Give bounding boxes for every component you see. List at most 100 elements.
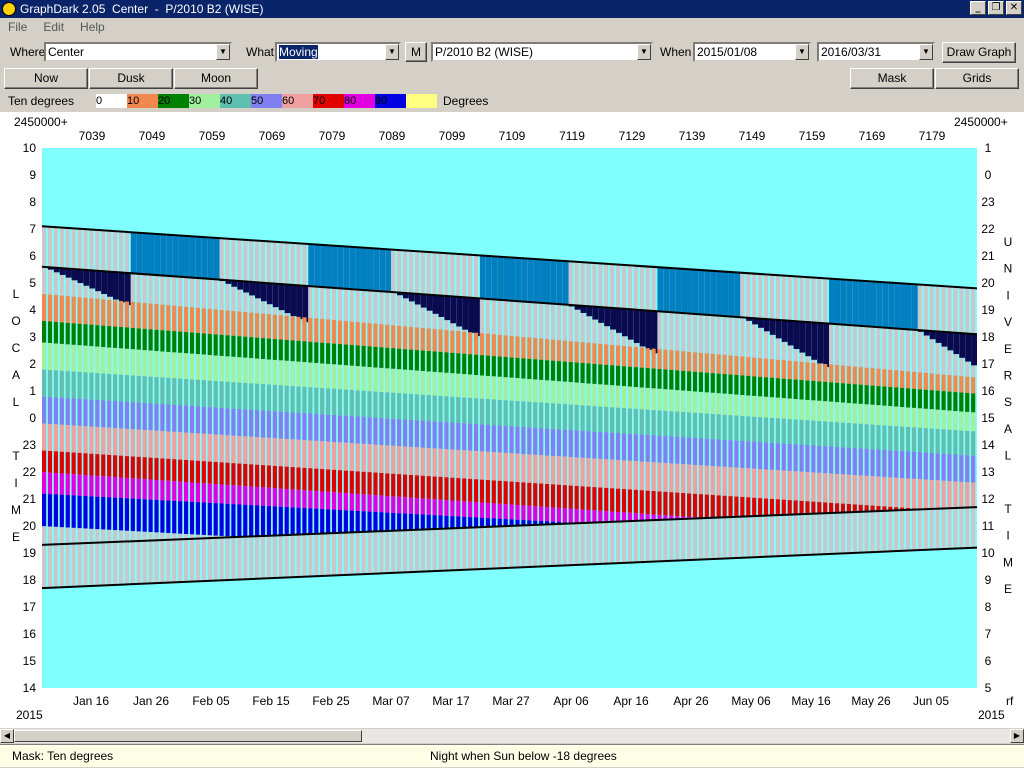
where-select[interactable]: Center ▼	[44, 42, 232, 62]
moon-button[interactable]: Moon	[174, 68, 258, 89]
dusk-button[interactable]: Dusk	[89, 68, 173, 89]
minimize-button[interactable]: _	[970, 1, 986, 15]
darkness-graph[interactable]: 2450000+ 2450000+7039 7049 7059 7069 7079 7089…	[0, 112, 1024, 728]
altitude-band-bar	[438, 421, 443, 449]
local-time-axis-letter: T	[12, 449, 20, 463]
altitude-band-bar	[142, 402, 147, 430]
altitude-band-bar	[941, 453, 946, 481]
altitude-band-bar	[361, 443, 366, 472]
altitude-band-bar	[941, 410, 946, 430]
altitude-band-bar	[391, 496, 396, 513]
altitude-band-bar	[592, 431, 597, 459]
close-button[interactable]: ✕	[1006, 1, 1022, 15]
altitude-band-bar	[580, 509, 585, 524]
altitude-band-bar	[337, 509, 343, 533]
altitude-band-bar	[657, 369, 662, 389]
chevron-down-icon[interactable]: ▼	[795, 44, 809, 60]
altitude-band-bar	[266, 338, 272, 360]
menu-help[interactable]: Help	[72, 20, 113, 34]
altitude-band-bar	[231, 382, 236, 409]
altitude-band-bar	[172, 352, 177, 379]
start-date-select[interactable]: 2015/01/08 ▼	[693, 42, 811, 62]
mask-button[interactable]: Mask	[850, 68, 934, 89]
now-button[interactable]: Now	[4, 68, 88, 89]
altitude-band-bar	[385, 512, 390, 531]
object-select[interactable]: P/2010 B2 (WISE) ▼	[431, 42, 653, 62]
altitude-band-bar	[331, 320, 337, 344]
altitude-band-bar	[47, 396, 53, 424]
altitude-band-bar	[349, 321, 354, 346]
altitude-band-bar	[385, 392, 390, 419]
altitude-band-bar	[438, 395, 443, 422]
altitude-band-bar	[367, 472, 372, 495]
altitude-band-bar	[692, 437, 698, 465]
chevron-down-icon[interactable]: ▼	[919, 44, 933, 60]
altitude-band-bar	[331, 492, 337, 510]
altitude-band-bar	[728, 467, 733, 497]
altitude-band-bar	[201, 333, 206, 355]
dark-sky-bar	[633, 309, 640, 344]
altitude-band-bar	[562, 381, 567, 405]
altitude-band-bar	[527, 337, 532, 359]
altitude-band-bar	[373, 391, 378, 418]
altitude-band-bar	[834, 503, 840, 513]
altitude-band-bar	[178, 481, 183, 502]
menu-edit[interactable]: Edit	[35, 20, 72, 34]
altitude-band-bar	[823, 446, 828, 474]
altitude-band-bar	[432, 395, 437, 422]
altitude-band-bar	[746, 416, 751, 442]
altitude-band-bar	[645, 409, 650, 435]
altitude-band-bar	[136, 498, 141, 532]
what-select[interactable]: Moving ▼	[275, 42, 401, 62]
altitude-band-bar	[521, 454, 526, 483]
altitude-band-bar	[213, 434, 218, 462]
altitude-band-bar	[645, 434, 650, 462]
moonlight-bar	[657, 267, 664, 312]
altitude-band-bar	[817, 400, 822, 422]
ut-axis-letter: V	[1004, 315, 1012, 329]
altitude-band-bar	[107, 400, 112, 428]
altitude-band-bar	[207, 434, 212, 462]
local-time-tick: 19	[23, 546, 37, 560]
altitude-band-bar	[586, 342, 591, 364]
chevron-down-icon[interactable]: ▼	[385, 44, 399, 60]
horizontal-scrollbar[interactable]: ◀ ▶	[0, 729, 1024, 743]
altitude-band-bar	[509, 335, 514, 358]
m-button[interactable]: M	[405, 42, 427, 62]
draw-graph-button[interactable]: Draw Graph	[942, 42, 1016, 63]
moonlight-bar	[148, 233, 155, 275]
altitude-band-bar	[302, 413, 307, 441]
altitude-band-bar	[840, 365, 846, 384]
altitude-band-bar	[462, 353, 467, 375]
altitude-band-bar	[852, 366, 857, 385]
altitude-band-bar	[83, 426, 88, 454]
altitude-band-bar	[598, 343, 603, 365]
chevron-down-icon[interactable]: ▼	[216, 44, 230, 60]
altitude-band-bar	[592, 510, 597, 523]
menu-file[interactable]: File	[0, 20, 35, 34]
altitude-band-bar	[491, 518, 496, 527]
altitude-band-bar	[166, 500, 171, 533]
altitude-band-bar	[385, 445, 390, 474]
altitude-band-bar	[331, 415, 337, 443]
altitude-band-bar	[172, 431, 177, 460]
altitude-band-bar	[574, 430, 579, 458]
altitude-band-bar	[302, 317, 307, 342]
altitude-band-bar	[799, 361, 804, 381]
legend-swatch: 80	[344, 94, 375, 108]
scroll-left-icon[interactable]: ◀	[0, 729, 14, 743]
altitude-band-bar	[160, 304, 165, 331]
end-date-select[interactable]: 2016/03/31 ▼	[817, 42, 935, 62]
scroll-thumb[interactable]	[14, 730, 362, 742]
altitude-band-bar	[402, 474, 408, 498]
altitude-band-bar	[331, 469, 337, 493]
altitude-band-bar	[355, 322, 360, 346]
restore-button[interactable]: ❐	[988, 1, 1004, 15]
chevron-down-icon[interactable]: ▼	[637, 44, 651, 60]
altitude-band-bar	[195, 354, 201, 380]
grids-button[interactable]: Grids	[935, 68, 1019, 89]
altitude-band-bar	[669, 369, 674, 390]
altitude-band-bar	[59, 397, 64, 425]
altitude-band-bar	[971, 482, 976, 508]
scroll-right-icon[interactable]: ▶	[1010, 729, 1024, 743]
